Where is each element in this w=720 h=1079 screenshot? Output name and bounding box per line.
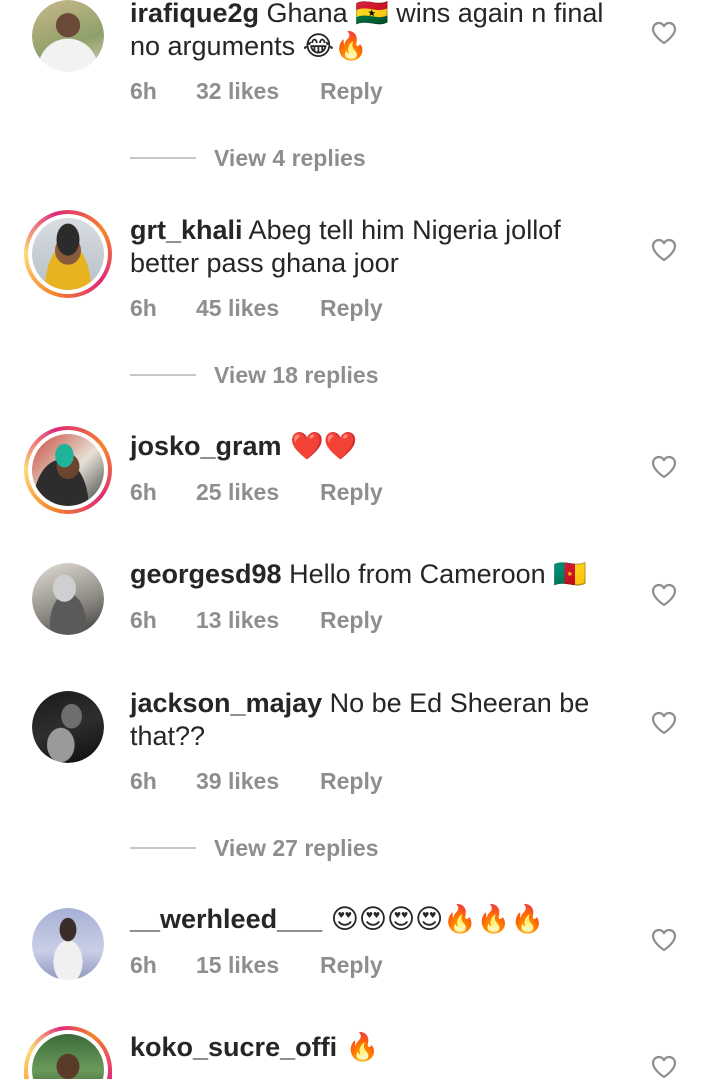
view-replies-label: View 4 replies [214, 145, 366, 171]
avatar[interactable] [24, 426, 112, 514]
divider-line [130, 846, 196, 849]
comment-body: 😍😍😍😍🔥🔥🔥 [322, 904, 545, 935]
comment-body: ❤️❤️ [281, 431, 358, 462]
username[interactable]: jackson_majay [130, 688, 322, 718]
heart-outline-icon[interactable] [651, 928, 677, 952]
view-replies-button[interactable]: View 4 replies [130, 145, 366, 175]
heart-outline-icon[interactable] [651, 21, 677, 45]
username[interactable]: koko_sucre_offi [130, 1032, 337, 1062]
timestamp: 6h [130, 479, 157, 505]
comment-text: __werhleed___ 😍😍😍😍🔥🔥🔥 [130, 903, 630, 936]
reply-button[interactable]: Reply [320, 295, 383, 322]
heart-outline-icon[interactable] [651, 238, 677, 262]
likes-count[interactable]: 39 likes [196, 768, 320, 795]
heart-outline-icon[interactable] [651, 583, 677, 607]
likes-count[interactable]: 25 likes [196, 479, 320, 506]
username[interactable]: georgesd98 [130, 559, 282, 589]
comment-meta: 6h 13 likes Reply [130, 607, 383, 634]
likes-count[interactable]: 45 likes [196, 295, 320, 322]
reply-button[interactable]: Reply [320, 952, 383, 979]
comment-text: grt_khali Abeg tell him Nigeria jollof b… [130, 214, 630, 280]
username[interactable]: grt_khali [130, 215, 243, 245]
avatar[interactable] [32, 563, 104, 635]
comment-meta: 6h 25 likes Reply [130, 479, 383, 506]
heart-outline-icon[interactable] [651, 1055, 677, 1079]
avatar[interactable] [32, 691, 104, 763]
likes-count[interactable]: 13 likes [196, 607, 320, 634]
view-replies-label: View 27 replies [214, 835, 379, 861]
comment-text: koko_sucre_offi 🔥 [130, 1031, 630, 1064]
comment-meta: 6h 45 likes Reply [130, 295, 383, 322]
username[interactable]: irafique2g [130, 0, 259, 28]
timestamp: 6h [130, 952, 157, 978]
comment-meta: 6h 32 likes Reply [130, 78, 383, 105]
heart-outline-icon[interactable] [651, 711, 677, 735]
avatar[interactable] [24, 210, 112, 298]
comment-text: jackson_majay No be Ed Sheeran be that?? [130, 687, 630, 753]
likes-count[interactable]: 15 likes [196, 952, 320, 979]
divider-line [130, 373, 196, 376]
reply-button[interactable]: Reply [320, 479, 383, 506]
timestamp: 6h [130, 768, 157, 794]
username[interactable]: josko_gram [130, 431, 282, 461]
divider-line [130, 156, 196, 159]
avatar[interactable] [32, 0, 104, 72]
comment-body: 🔥 [337, 1032, 380, 1063]
comment-body: Hello from Cameroon 🇨🇲 [281, 559, 587, 589]
reply-button[interactable]: Reply [320, 607, 383, 634]
comment-meta: 6h 15 likes Reply [130, 952, 383, 979]
comment-meta: 6h 39 likes Reply [130, 768, 383, 795]
reply-button[interactable]: Reply [320, 78, 383, 105]
heart-outline-icon[interactable] [651, 455, 677, 479]
likes-count[interactable]: 32 likes [196, 78, 320, 105]
view-replies-button[interactable]: View 27 replies [130, 835, 379, 865]
avatar[interactable] [24, 1026, 112, 1079]
comment-text: josko_gram ❤️❤️ [130, 430, 630, 463]
view-replies-button[interactable]: View 18 replies [130, 362, 379, 392]
avatar[interactable] [32, 908, 104, 980]
reply-button[interactable]: Reply [320, 768, 383, 795]
timestamp: 6h [130, 78, 157, 104]
timestamp: 6h [130, 295, 157, 321]
comment-text: georgesd98 Hello from Cameroon 🇨🇲 [130, 558, 630, 591]
comment-text: irafique2g Ghana 🇬🇭 wins again n final n… [130, 0, 630, 63]
timestamp: 6h [130, 607, 157, 633]
username[interactable]: __werhleed___ [130, 904, 322, 934]
view-replies-label: View 18 replies [214, 362, 379, 388]
